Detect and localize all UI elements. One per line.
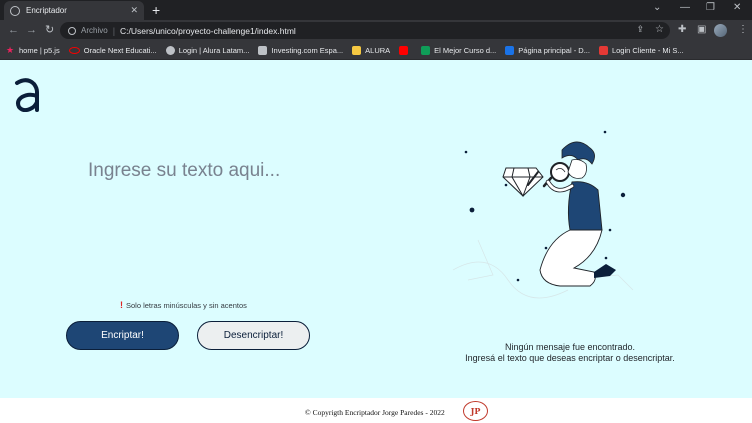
- bookmark-label: Login Cliente - Mi S...: [611, 45, 684, 55]
- share-icon[interactable]: ⇪: [636, 24, 644, 35]
- message-subtitle: Ingresá el texto que deseas encriptar o …: [465, 353, 675, 363]
- bookmark-label: Login | Alura Latam...: [178, 45, 250, 55]
- footer: © Copyrigth Encriptador Jorge Paredes - …: [0, 398, 752, 423]
- menu-icon[interactable]: ⋮: [738, 24, 748, 35]
- star-icon: ★: [6, 44, 15, 55]
- page-content: Ingrese su texto aqui... ! Solo letras m…: [0, 60, 752, 398]
- bookmark-item[interactable]: El Mejor Curso d...: [421, 45, 497, 55]
- grid-icon: [598, 45, 608, 55]
- bookmark-item[interactable]: Login Cliente - Mi S...: [598, 45, 684, 55]
- window-close-icon[interactable]: ✕: [733, 2, 741, 13]
- close-tab-icon[interactable]: ✕: [130, 5, 138, 16]
- bookmark-item[interactable]: ALURA: [352, 45, 391, 55]
- copyright-text: © Copyrigth Encriptador Jorge Paredes - …: [305, 408, 445, 417]
- tab-title: Encriptador: [26, 6, 67, 15]
- bookmark-item[interactable]: Oracle Next Educati...: [68, 45, 157, 55]
- folder-icon: [352, 45, 362, 55]
- forward-icon[interactable]: →: [26, 23, 37, 37]
- bookmark-item[interactable]: Login | Alura Latam...: [165, 45, 250, 55]
- bookmark-label: Investing.com Espa...: [271, 45, 344, 55]
- input-hint: ! Solo letras minúsculas y sin acentos: [120, 300, 247, 310]
- bookmark-label: home | p5.js: [19, 45, 60, 55]
- url-scheme: Archivo: [81, 26, 108, 35]
- oracle-icon: [68, 46, 80, 54]
- browser-toolbar: ← → ↻ Archivo | C:/Users/unico/proyecto-…: [0, 20, 752, 41]
- text-input[interactable]: Ingrese su texto aqui...: [88, 160, 280, 182]
- bookmark-label: Oracle Next Educati...: [83, 45, 157, 55]
- new-tab-button[interactable]: +: [152, 2, 160, 18]
- bookmark-item[interactable]: ★ home | p5.js: [6, 44, 60, 55]
- back-icon[interactable]: ←: [8, 23, 19, 37]
- side-panel-icon[interactable]: ▣: [697, 24, 706, 35]
- restore-icon[interactable]: ❐: [706, 2, 715, 13]
- jp-badge: JP: [463, 401, 488, 421]
- info-icon[interactable]: [68, 26, 76, 35]
- bookmark-star-icon[interactable]: ☆: [655, 24, 664, 35]
- bookmark-item[interactable]: Página principal - D...: [505, 45, 590, 55]
- bookmarks-bar: ★ home | p5.js Oracle Next Educati... Login…: [0, 41, 752, 60]
- tab-strip: Encriptador ✕ + ⌄ — ❐ ✕: [0, 0, 752, 20]
- url-text[interactable]: C:/Users/unico/proyecto-challenge1/index…: [120, 26, 296, 36]
- illustration-person-with-magnifier: [448, 130, 638, 315]
- decrypt-button[interactable]: Desencriptar!: [197, 321, 310, 350]
- bookmark-label: El Mejor Curso d...: [434, 45, 497, 55]
- hint-text: Solo letras minúsculas y sin acentos: [126, 300, 247, 310]
- profile-avatar[interactable]: [714, 24, 727, 37]
- bookmark-item[interactable]: [399, 45, 412, 55]
- investing-icon: [258, 45, 268, 55]
- message-title: Ningún mensaje fue encontrado.: [504, 342, 636, 352]
- extensions-icon[interactable]: ✚: [678, 24, 686, 35]
- reload-icon[interactable]: ↻: [45, 23, 54, 37]
- bookmark-item[interactable]: Investing.com Espa...: [258, 45, 344, 55]
- address-bar[interactable]: Archivo | C:/Users/unico/proyecto-challe…: [60, 22, 670, 39]
- encrypt-button[interactable]: Encriptar!: [66, 321, 179, 350]
- minimize-icon[interactable]: —: [680, 2, 690, 13]
- youtube-icon: [399, 45, 409, 55]
- globe-icon: [10, 5, 20, 16]
- warning-icon: !: [120, 300, 123, 310]
- dropbox-icon: [505, 45, 515, 55]
- tab-encriptador[interactable]: Encriptador ✕: [4, 1, 144, 20]
- alura-logo: [14, 78, 40, 117]
- check-icon: [421, 45, 431, 55]
- chevron-down-icon[interactable]: ⌄: [653, 2, 661, 13]
- alura-icon: [165, 45, 175, 55]
- bookmark-label: Página principal - D...: [518, 45, 590, 55]
- bookmark-label: ALURA: [365, 45, 391, 55]
- url-separator: |: [112, 25, 116, 36]
- result-message: Ningún mensaje fue encontrado. Ingresá e…: [420, 342, 720, 364]
